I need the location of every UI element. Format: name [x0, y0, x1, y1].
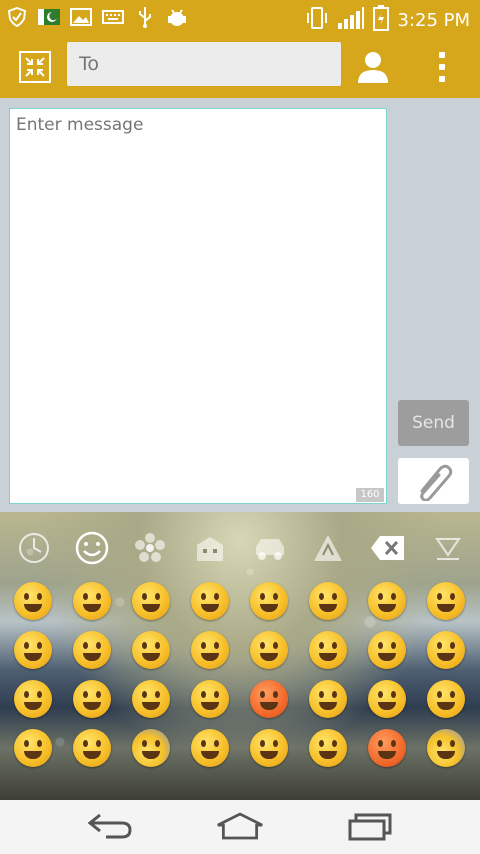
- expand-recipients-button[interactable]: [18, 50, 52, 84]
- sleepy-emoji[interactable]: [14, 729, 52, 767]
- kissing-heart-emoji[interactable]: [427, 582, 465, 620]
- emoji-keyboard: [0, 512, 480, 800]
- blush-emoji[interactable]: [191, 582, 229, 620]
- relieved-emoji[interactable]: [73, 680, 111, 718]
- disappointed-emoji[interactable]: [191, 680, 229, 718]
- disappointed-relieved-emoji[interactable]: [73, 729, 111, 767]
- menu-dot: [439, 52, 445, 58]
- status-bar: 3:25 PM: [0, 0, 480, 36]
- symbols-triangle-icon[interactable]: [308, 528, 348, 568]
- image-icon: [70, 6, 92, 28]
- add-contact-button[interactable]: [355, 49, 391, 85]
- battery-icon: [373, 5, 390, 35]
- compose-toolbar: [0, 36, 480, 98]
- flower-icon[interactable]: [130, 528, 170, 568]
- paperclip-icon: [419, 464, 452, 501]
- overflow-menu-button[interactable]: [430, 49, 454, 85]
- pakistan-flag-icon: [38, 6, 60, 28]
- tired-face-emoji[interactable]: [368, 729, 406, 767]
- status-time: 3:25 PM: [397, 9, 470, 31]
- android-debug-icon: [166, 6, 188, 28]
- grinning-smile-emoji[interactable]: [14, 582, 52, 620]
- pensive-emoji[interactable]: [14, 680, 52, 718]
- wink-emoji[interactable]: [309, 582, 347, 620]
- emoji-category-tabs: [0, 528, 480, 572]
- sob-emoji[interactable]: [427, 680, 465, 718]
- grinning-emoji[interactable]: [132, 582, 170, 620]
- backspace-icon[interactable]: [368, 528, 408, 568]
- keyboard-icon: [102, 6, 124, 28]
- kissing-smiling-eyes-emoji[interactable]: [132, 631, 170, 669]
- building-icon[interactable]: [190, 528, 230, 568]
- kissing-emoji[interactable]: [73, 631, 111, 669]
- recent-apps-icon[interactable]: [346, 810, 394, 842]
- car-icon[interactable]: [250, 528, 290, 568]
- compose-area: 160 Send: [0, 98, 480, 512]
- joy-emoji[interactable]: [368, 680, 406, 718]
- flushed-emoji[interactable]: [368, 631, 406, 669]
- cold-sweat-emoji[interactable]: [132, 729, 170, 767]
- sweat-emoji[interactable]: [250, 729, 288, 767]
- to-recipient-input[interactable]: [67, 42, 341, 86]
- smiley-icon[interactable]: [72, 528, 112, 568]
- unamused-emoji[interactable]: [132, 680, 170, 718]
- status-system-icons: 3:25 PM: [305, 5, 470, 35]
- send-button[interactable]: Send: [398, 400, 469, 446]
- weary-emoji[interactable]: [309, 729, 347, 767]
- navigation-bar: [0, 800, 480, 854]
- shield-notification-icon: [6, 6, 28, 28]
- stuck-out-tongue-emoji[interactable]: [309, 631, 347, 669]
- sweat-smile-emoji[interactable]: [191, 729, 229, 767]
- home-icon[interactable]: [216, 810, 264, 842]
- character-counter: 160: [356, 488, 384, 502]
- menu-dot: [439, 76, 445, 82]
- fearful-emoji[interactable]: [427, 729, 465, 767]
- attach-button[interactable]: [398, 458, 469, 504]
- heart-eyes-emoji[interactable]: [368, 582, 406, 620]
- usb-icon: [134, 6, 156, 28]
- grimacing-emoji[interactable]: [427, 631, 465, 669]
- hide-keyboard-icon[interactable]: [428, 528, 468, 568]
- vibrate-icon: [305, 6, 329, 34]
- stuck-out-tongue-closed-eyes-emoji[interactable]: [250, 631, 288, 669]
- signal-icon: [337, 6, 365, 34]
- back-icon[interactable]: [86, 810, 134, 842]
- cry-emoji[interactable]: [309, 680, 347, 718]
- kissing-closed-eyes-emoji[interactable]: [14, 631, 52, 669]
- menu-dot: [439, 64, 445, 70]
- recent-clock-icon[interactable]: [14, 528, 54, 568]
- message-input[interactable]: [9, 108, 387, 504]
- persevere-emoji[interactable]: [250, 680, 288, 718]
- relaxed-emoji[interactable]: [250, 582, 288, 620]
- stuck-out-tongue-winking-eye-emoji[interactable]: [191, 631, 229, 669]
- status-notification-icons: [6, 6, 188, 28]
- smiley-emoji[interactable]: [73, 582, 111, 620]
